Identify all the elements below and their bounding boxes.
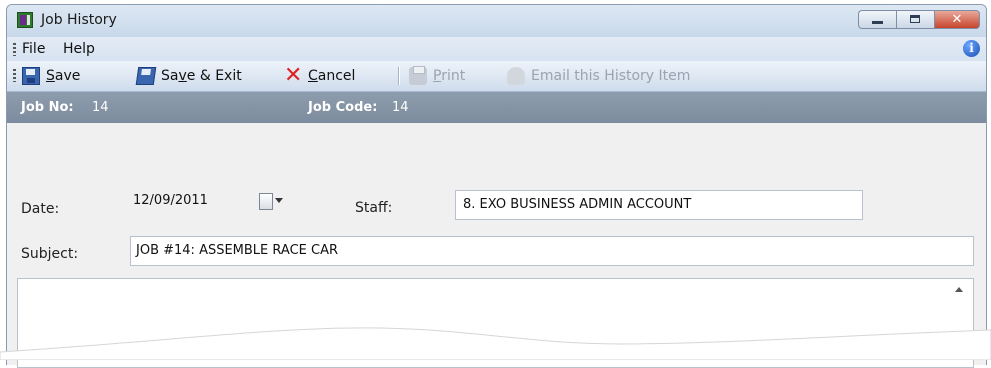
cancel-x-icon: ✕ [284, 63, 303, 88]
window-controls: ✕ [858, 10, 980, 29]
subject-field[interactable]: JOB #14: ASSEMBLE RACE CAR [130, 236, 974, 266]
date-field[interactable]: 12/09/2011 [133, 187, 253, 217]
close-icon: ✕ [951, 12, 963, 27]
email-history-button[interactable]: Email this History Item [507, 67, 690, 85]
toolbar-grip-icon[interactable] [13, 69, 16, 82]
save-label: Save [46, 68, 81, 84]
job-code-value: 14 [392, 100, 409, 115]
job-no-label: Job No: [21, 100, 74, 115]
save-exit-label: Save & Exit [161, 68, 242, 84]
toolbar-separator [398, 67, 400, 85]
print-button[interactable]: Print [409, 66, 466, 85]
email-icon [507, 67, 525, 85]
printer-icon [409, 66, 427, 85]
menu-file[interactable]: File [22, 41, 45, 57]
menu-grip-icon[interactable] [13, 43, 16, 56]
window-title: Job History [41, 12, 117, 28]
print-label: Print [433, 68, 466, 84]
save-exit-icon [135, 67, 157, 85]
subject-label: Subject: [21, 246, 79, 262]
minimize-icon [872, 21, 883, 24]
job-info-bar: Job No: 14 Job Code: 14 [7, 92, 986, 123]
maximize-button[interactable] [896, 10, 934, 29]
staff-label: Staff: [355, 200, 393, 216]
date-picker-button[interactable] [259, 193, 287, 211]
staff-field[interactable]: 8. EXO BUSINESS ADMIN ACCOUNT [455, 190, 863, 220]
cancel-button[interactable]: ✕ Cancel [284, 63, 356, 88]
job-no-value: 14 [92, 100, 109, 115]
job-code-label: Job Code: [308, 100, 378, 115]
dropdown-arrow-icon [275, 198, 283, 203]
save-button[interactable]: Save [22, 67, 80, 85]
toolbar: Save Save & Exit ✕ Cancel Print Email th… [7, 61, 986, 92]
close-button[interactable]: ✕ [934, 10, 980, 29]
floppy-disk-icon [22, 67, 40, 85]
cancel-label: Cancel [308, 68, 356, 84]
info-icon[interactable]: i [963, 40, 980, 57]
app-icon [17, 12, 33, 28]
title-bar[interactable]: Job History ✕ [7, 5, 986, 37]
save-exit-button[interactable]: Save & Exit [135, 67, 242, 85]
menu-help[interactable]: Help [63, 41, 95, 57]
notes-textarea[interactable] [17, 278, 974, 368]
email-label: Email this History Item [531, 68, 691, 84]
minimize-button[interactable] [858, 10, 896, 29]
maximize-icon [910, 15, 920, 23]
calendar-icon [259, 193, 273, 210]
menu-bar: File Help i [7, 37, 986, 61]
scroll-up-arrow-icon[interactable] [955, 287, 963, 292]
date-label: Date: [21, 201, 60, 217]
